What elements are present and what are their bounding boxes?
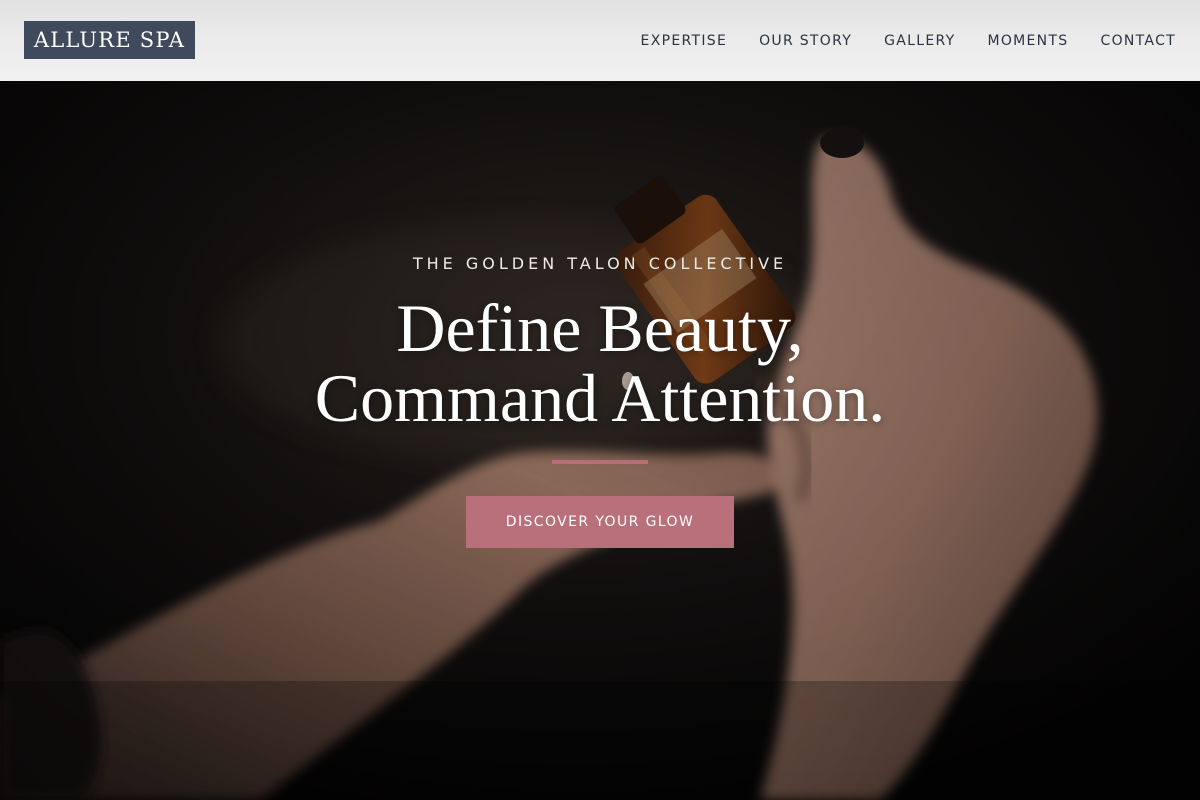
- hero-divider: [552, 460, 648, 464]
- hero-headline-line-1: Define Beauty,: [396, 290, 804, 366]
- hero-section: THE GOLDEN TALON COLLECTIVE Define Beaut…: [0, 81, 1200, 800]
- hero-overlay: [0, 81, 1200, 800]
- hero-eyebrow: THE GOLDEN TALON COLLECTIVE: [412, 254, 788, 273]
- brand-logo[interactable]: ALLURE SPA: [24, 21, 195, 59]
- nav-item-moments[interactable]: MOMENTS: [987, 33, 1068, 49]
- nav-item-contact[interactable]: CONTACT: [1101, 33, 1177, 49]
- main-nav: EXPERTISE OUR STORY GALLERY MOMENTS CONT…: [641, 0, 1176, 81]
- nav-item-our-story[interactable]: OUR STORY: [759, 33, 852, 49]
- site-header: ALLURE SPA EXPERTISE OUR STORY GALLERY M…: [0, 0, 1200, 81]
- hero-headline-line-2: Command Attention.: [314, 360, 886, 436]
- hero-headline: Define Beauty, Command Attention.: [0, 293, 1200, 433]
- nav-item-expertise[interactable]: EXPERTISE: [641, 33, 728, 49]
- discover-your-glow-button[interactable]: DISCOVER YOUR GLOW: [466, 496, 734, 548]
- nav-item-gallery[interactable]: GALLERY: [884, 33, 955, 49]
- landing-page: ALLURE SPA EXPERTISE OUR STORY GALLERY M…: [0, 0, 1200, 800]
